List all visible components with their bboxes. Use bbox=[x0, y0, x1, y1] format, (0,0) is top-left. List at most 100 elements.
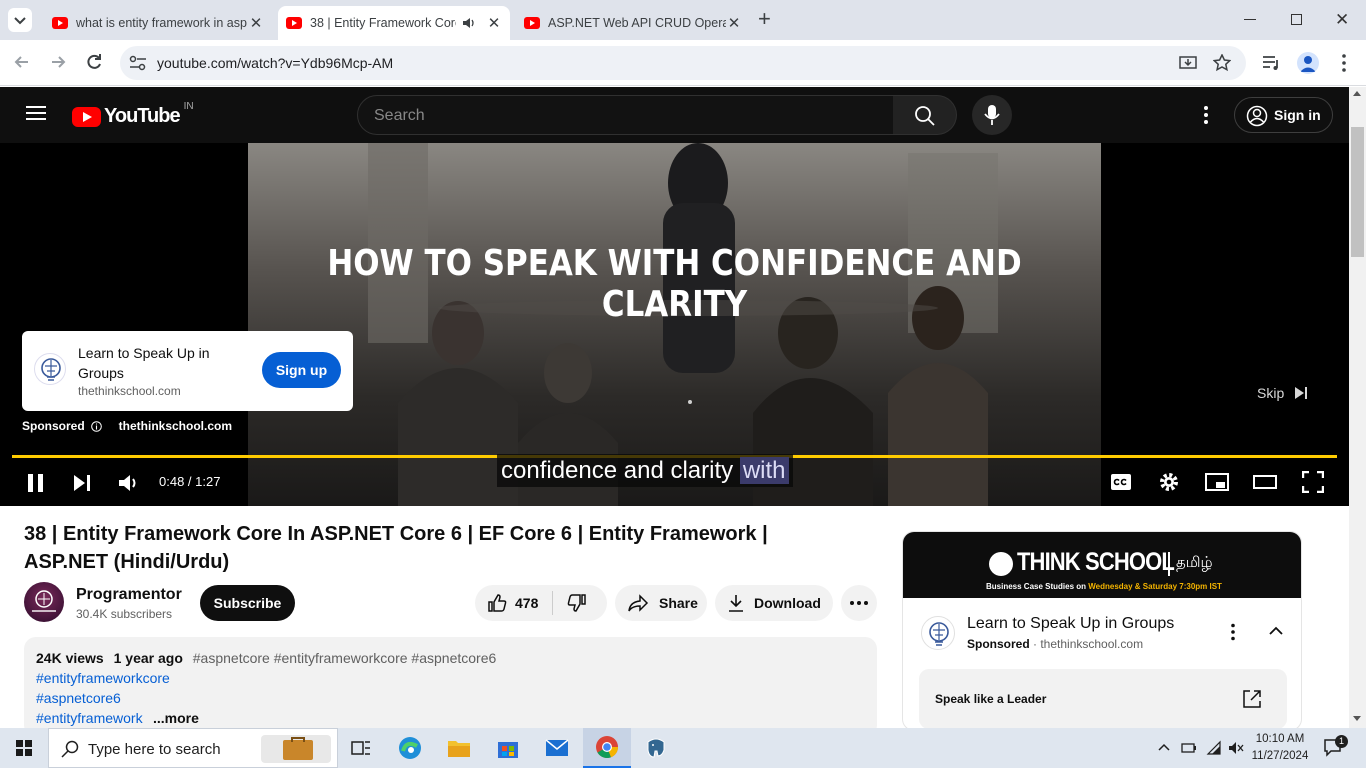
notification-count-badge: 1 bbox=[1335, 735, 1348, 748]
subscribe-button[interactable]: Subscribe bbox=[200, 585, 295, 621]
sign-in-button[interactable]: Sign in bbox=[1234, 97, 1333, 133]
more-actions-button[interactable] bbox=[841, 585, 877, 621]
fullscreen-button[interactable] bbox=[1302, 471, 1324, 493]
ad-info-card[interactable]: Learn to Speak Up in Groups thethinkscho… bbox=[22, 331, 353, 411]
close-icon[interactable]: ✕ bbox=[248, 14, 264, 32]
dislike-button[interactable] bbox=[553, 593, 587, 613]
scrollbar-thumb[interactable] bbox=[1351, 127, 1364, 257]
download-button[interactable]: Download bbox=[715, 585, 833, 621]
like-button[interactable]: 478 bbox=[475, 593, 538, 613]
subtitles-button[interactable] bbox=[1110, 472, 1132, 492]
miniplayer-icon bbox=[1205, 473, 1229, 491]
tab-search-button[interactable] bbox=[8, 8, 32, 32]
side-ad-title[interactable]: Learn to Speak Up in Groups bbox=[967, 615, 1174, 633]
think-school-banner[interactable]: THINK SCHOOL தமிழ் Business Case Studies… bbox=[903, 532, 1301, 598]
profile-avatar[interactable] bbox=[1297, 52, 1319, 74]
notification-center-button[interactable]: 1 bbox=[1324, 735, 1348, 758]
close-window-button[interactable]: ✕ bbox=[1335, 10, 1349, 30]
task-view-icon bbox=[351, 741, 370, 755]
reload-button[interactable] bbox=[84, 52, 104, 72]
settings-menu-button[interactable] bbox=[1203, 105, 1209, 125]
share-button[interactable]: Share bbox=[615, 585, 707, 621]
back-button[interactable] bbox=[12, 52, 32, 72]
pause-button[interactable] bbox=[26, 473, 46, 493]
arrow-left-icon bbox=[14, 56, 28, 68]
programentor-logo-icon bbox=[32, 590, 56, 612]
battery-status[interactable] bbox=[1181, 740, 1197, 756]
wifi-status[interactable] bbox=[1206, 740, 1222, 756]
volume-status[interactable] bbox=[1228, 740, 1244, 756]
site-settings-icon[interactable] bbox=[129, 55, 147, 71]
tab-webapi-crud[interactable]: ASP.NET Web API CRUD Operat ✕ bbox=[516, 6, 750, 40]
show-more-button[interactable]: ...more bbox=[153, 710, 199, 726]
hashtag-link[interactable]: #entityframeworkcore bbox=[36, 670, 170, 686]
side-ad-menu-button[interactable] bbox=[1230, 623, 1236, 641]
ad-card-title[interactable]: Learn to Speak Up in Groups bbox=[78, 343, 248, 383]
theater-mode-button[interactable] bbox=[1253, 474, 1277, 490]
show-hidden-icons-button[interactable] bbox=[1158, 743, 1170, 751]
think-school-logo bbox=[34, 353, 66, 385]
taskbar-postgres[interactable] bbox=[632, 728, 680, 768]
postgresql-elephant-icon bbox=[647, 738, 665, 758]
speaker-icon[interactable] bbox=[462, 16, 476, 30]
ad-sign-up-button[interactable]: Sign up bbox=[262, 352, 341, 388]
kebab-menu-icon bbox=[1231, 623, 1235, 641]
channel-name[interactable]: Programentor bbox=[76, 586, 182, 604]
search-input[interactable]: Search bbox=[357, 95, 894, 135]
guide-menu-button[interactable] bbox=[26, 105, 46, 121]
hashtag-link[interactable]: #entityframework bbox=[36, 710, 143, 726]
url-text: youtube.com/watch?v=Ydb96Mcp-AM bbox=[157, 55, 394, 71]
next-button[interactable] bbox=[72, 473, 92, 493]
bookmark-star-icon[interactable] bbox=[1213, 54, 1231, 72]
task-view-button[interactable] bbox=[337, 728, 385, 768]
address-bar[interactable]: youtube.com/watch?v=Ydb96Mcp-AM bbox=[120, 46, 1246, 80]
taskbar-search-box[interactable]: Type here to search bbox=[48, 728, 338, 768]
mute-button[interactable] bbox=[118, 472, 140, 494]
search-button[interactable] bbox=[893, 95, 957, 135]
hashtag-link[interactable]: #aspnetcore6 bbox=[36, 690, 121, 706]
battery-plug-icon bbox=[1181, 743, 1196, 753]
sidebar-ad-card[interactable]: THINK SCHOOL தமிழ் Business Case Studies… bbox=[902, 531, 1302, 731]
side-ad-logo bbox=[921, 616, 955, 650]
description-box[interactable]: 24K views 1 year ago #aspnetcore #entity… bbox=[24, 637, 877, 737]
restore-button[interactable] bbox=[1291, 14, 1302, 25]
side-ad-collapse-button[interactable] bbox=[1269, 626, 1283, 636]
ad-domain-link[interactable]: thethinkschool.com bbox=[119, 419, 232, 433]
taskbar-file-explorer[interactable] bbox=[435, 728, 483, 768]
taskbar-edge[interactable] bbox=[386, 728, 434, 768]
taskbar-mail[interactable] bbox=[533, 728, 581, 768]
video-player[interactable]: HOW TO SPEAK WITH CONFIDENCE AND CLARITY… bbox=[0, 143, 1349, 506]
scroll-up-arrow[interactable] bbox=[1353, 91, 1361, 96]
tab-entity-framework-search[interactable]: what is entity framework in asp ✕ bbox=[44, 6, 272, 40]
youtube-logo[interactable]: YouTube IN bbox=[72, 101, 194, 128]
browser-menu-button[interactable] bbox=[1341, 53, 1347, 73]
minimize-button[interactable] bbox=[1244, 19, 1256, 20]
close-icon[interactable]: ✕ bbox=[726, 14, 742, 32]
edge-browser-icon bbox=[399, 737, 421, 759]
hashtag-line[interactable]: #aspnetcore #entityframeworkcore #aspnet… bbox=[193, 650, 497, 666]
page-scrollbar[interactable] bbox=[1349, 87, 1366, 728]
windows-logo-icon bbox=[16, 740, 32, 756]
info-icon[interactable] bbox=[90, 420, 102, 432]
new-tab-button[interactable]: + bbox=[758, 8, 778, 32]
settings-button[interactable] bbox=[1158, 471, 1180, 493]
start-button[interactable] bbox=[0, 728, 48, 768]
reload-icon bbox=[87, 54, 101, 69]
skip-ad-button[interactable]: Skip bbox=[1257, 385, 1308, 401]
taskbar-store[interactable] bbox=[484, 728, 532, 768]
scroll-down-arrow[interactable] bbox=[1353, 716, 1361, 721]
close-icon[interactable]: ✕ bbox=[486, 14, 502, 32]
voice-search-button[interactable] bbox=[972, 95, 1012, 135]
miniplayer-button[interactable] bbox=[1205, 472, 1229, 492]
account-circle-icon bbox=[1246, 105, 1268, 127]
tab-entity-framework-video[interactable]: 38 | Entity Framework Core ✕ bbox=[278, 6, 510, 40]
channel-avatar[interactable] bbox=[24, 582, 64, 622]
taskbar-clock[interactable]: 10:10 AM 11/27/2024 bbox=[1250, 731, 1310, 765]
media-control-icon[interactable] bbox=[1262, 54, 1280, 72]
side-ad-cta-button[interactable]: Speak like a Leader bbox=[919, 669, 1287, 729]
taskbar-chrome[interactable] bbox=[583, 728, 631, 768]
install-app-icon[interactable] bbox=[1179, 54, 1197, 72]
youtube-play-logo-icon bbox=[72, 106, 101, 127]
share-arrow-icon bbox=[628, 594, 649, 612]
forward-button[interactable] bbox=[48, 52, 68, 72]
